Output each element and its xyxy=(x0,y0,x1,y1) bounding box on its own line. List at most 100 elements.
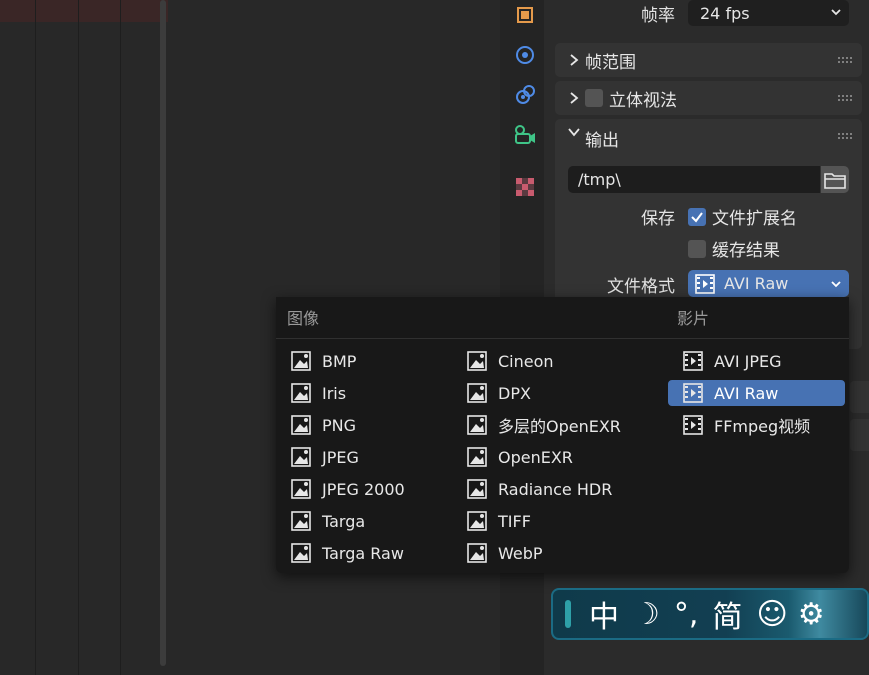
drag-grip-icon[interactable] xyxy=(838,133,852,139)
image-icon xyxy=(291,447,311,467)
grid-line xyxy=(120,0,121,675)
folder-icon xyxy=(824,172,846,189)
format-option[interactable]: Radiance HDR xyxy=(452,476,642,502)
image-icon xyxy=(467,479,487,499)
punctuation-button[interactable]: °, xyxy=(674,597,699,632)
cache-result-toggle[interactable]: 缓存结果 xyxy=(688,236,780,261)
frame-range-highlight xyxy=(0,0,168,22)
browse-folder-button[interactable] xyxy=(821,166,849,193)
movie-icon xyxy=(695,273,715,294)
format-option[interactable]: OpenEXR xyxy=(452,444,642,470)
section-stereoscopy[interactable]: 立体视法 xyxy=(555,81,862,115)
file-extensions-checkbox[interactable] xyxy=(688,207,706,226)
image-icon xyxy=(291,415,311,435)
vertical-scrollbar[interactable] xyxy=(160,0,166,666)
format-option-label: Targa xyxy=(322,511,366,531)
format-option[interactable]: JPEG 2000 xyxy=(276,476,446,502)
format-option-label: Cineon xyxy=(498,351,554,371)
stereoscopy-checkbox[interactable] xyxy=(585,89,603,107)
file-extensions-label: 文件扩展名 xyxy=(712,209,797,229)
section-frame-range[interactable]: 帧范围 xyxy=(555,43,862,77)
movie-icon xyxy=(683,351,703,371)
file-format-value: AVI Raw xyxy=(724,274,789,293)
frame-rate-dropdown[interactable]: 24 fps xyxy=(688,0,849,26)
format-option-label: PNG xyxy=(322,415,357,435)
frame-rate-value: 24 fps xyxy=(700,3,750,23)
output-path-input[interactable]: /tmp\ xyxy=(568,166,820,193)
hidden-control[interactable] xyxy=(850,419,869,451)
image-icon xyxy=(467,447,487,467)
moon-icon[interactable]: ☽ xyxy=(633,597,660,632)
file-format-menu: 图像 影片 BMP Iris PNG JPEG JPEG 2000 Targa Targa … xyxy=(276,297,849,573)
file-format-dropdown[interactable]: AVI Raw xyxy=(688,270,849,297)
format-option-label: DPX xyxy=(498,383,531,403)
format-option[interactable]: FFmpeg视频 xyxy=(668,412,845,438)
image-header: 图像 xyxy=(287,309,320,328)
movie-header: 影片 xyxy=(677,309,710,328)
gear-icon[interactable]: ⚙ xyxy=(798,597,825,632)
chevron-down-icon xyxy=(831,9,841,16)
emoji-icon[interactable]: ☺ xyxy=(756,597,787,632)
format-option[interactable]: AVI JPEG xyxy=(668,348,845,374)
format-option[interactable]: DPX xyxy=(452,380,642,406)
frame-rate-label: 帧率 xyxy=(641,6,675,26)
format-option-label: AVI JPEG xyxy=(714,351,782,371)
format-option-label: OpenEXR xyxy=(498,447,573,467)
format-option[interactable]: BMP xyxy=(276,348,446,374)
output-path-value: /tmp\ xyxy=(578,170,621,189)
image-icon xyxy=(467,415,487,435)
cache-result-label: 缓存结果 xyxy=(712,241,780,261)
checkmark-icon xyxy=(691,211,703,223)
image-icon xyxy=(467,351,487,371)
format-option-label: Targa Raw xyxy=(322,543,404,563)
file-extensions-toggle[interactable]: 文件扩展名 xyxy=(688,204,797,229)
format-option-label: 多层的OpenEXR xyxy=(498,417,621,436)
constraints-icon[interactable] xyxy=(512,82,538,108)
format-option[interactable]: AVI Raw xyxy=(668,380,845,406)
save-label: 保存 xyxy=(641,209,675,229)
object-properties-icon[interactable] xyxy=(512,2,538,28)
chevron-down-icon xyxy=(831,281,841,288)
drag-grip-icon[interactable] xyxy=(838,57,852,63)
file-format-label: 文件格式 xyxy=(607,277,675,297)
movie-icon xyxy=(683,383,703,403)
format-option-label: Iris xyxy=(322,383,347,403)
grid-line xyxy=(35,0,36,675)
section-title: 立体视法 xyxy=(609,90,677,111)
drag-grip-icon[interactable] xyxy=(838,95,852,101)
chevron-down-icon[interactable] xyxy=(563,126,585,138)
texture-icon[interactable] xyxy=(512,174,538,200)
chevron-right-icon xyxy=(563,91,585,105)
format-option[interactable]: 多层的OpenEXR xyxy=(452,412,642,438)
image-icon xyxy=(291,351,311,371)
format-option[interactable]: WebP xyxy=(452,540,642,566)
menu-divider xyxy=(276,338,849,339)
format-option[interactable]: Iris xyxy=(276,380,446,406)
format-option[interactable]: JPEG xyxy=(276,444,446,470)
camera-data-icon[interactable] xyxy=(512,122,538,148)
simplified-button[interactable]: 简 xyxy=(712,592,742,636)
format-option-label: TIFF xyxy=(498,511,531,531)
format-option[interactable]: TIFF xyxy=(452,508,642,534)
physics-icon[interactable] xyxy=(512,42,538,68)
image-icon xyxy=(291,383,311,403)
format-option[interactable]: PNG xyxy=(276,412,446,438)
movie-icon xyxy=(683,415,703,435)
drag-handle[interactable] xyxy=(565,600,571,628)
format-option-label: AVI Raw xyxy=(714,383,779,403)
hidden-control[interactable] xyxy=(850,381,869,413)
format-option[interactable]: Cineon xyxy=(452,348,642,374)
image-icon xyxy=(467,543,487,563)
format-option[interactable]: Targa xyxy=(276,508,446,534)
format-option-label: JPEG 2000 xyxy=(322,479,405,499)
chevron-right-icon xyxy=(563,53,585,67)
format-option-label: FFmpeg视频 xyxy=(714,417,811,436)
image-icon xyxy=(291,511,311,531)
format-option[interactable]: Targa Raw xyxy=(276,540,446,566)
grid-line xyxy=(78,0,79,675)
chinese-mode-button[interactable]: 中 xyxy=(589,592,619,636)
cache-result-checkbox[interactable] xyxy=(688,239,706,258)
format-option-label: WebP xyxy=(498,543,543,563)
format-option-label: Radiance HDR xyxy=(498,479,613,499)
ime-toolbar: 中 ☽ °, 简 ☺ ⚙ xyxy=(551,588,869,640)
